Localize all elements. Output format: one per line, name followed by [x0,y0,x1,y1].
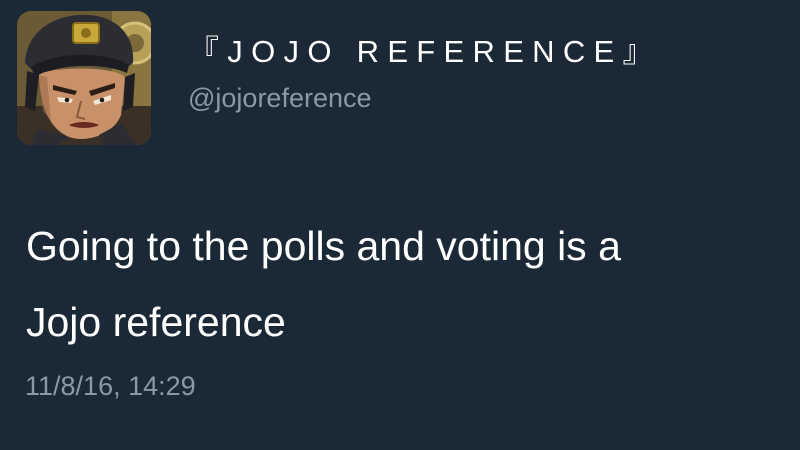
profile-avatar[interactable] [17,11,151,145]
user-handle[interactable]: @jojoreference [188,85,372,112]
display-name[interactable]: 『JOJO REFERENCE』 [188,36,662,67]
tweet-text-line: Jojo reference [26,299,286,345]
tweet-timestamp[interactable]: 11/8/16, 14:29 [25,373,196,400]
tweet-card: 『JOJO REFERENCE』 @jojoreference Going to… [0,0,800,450]
avatar-image [17,11,151,145]
tweet-text-line: Going to the polls and voting is a [26,223,621,269]
tweet-text: Going to the polls and voting is a Jojo … [26,208,786,360]
